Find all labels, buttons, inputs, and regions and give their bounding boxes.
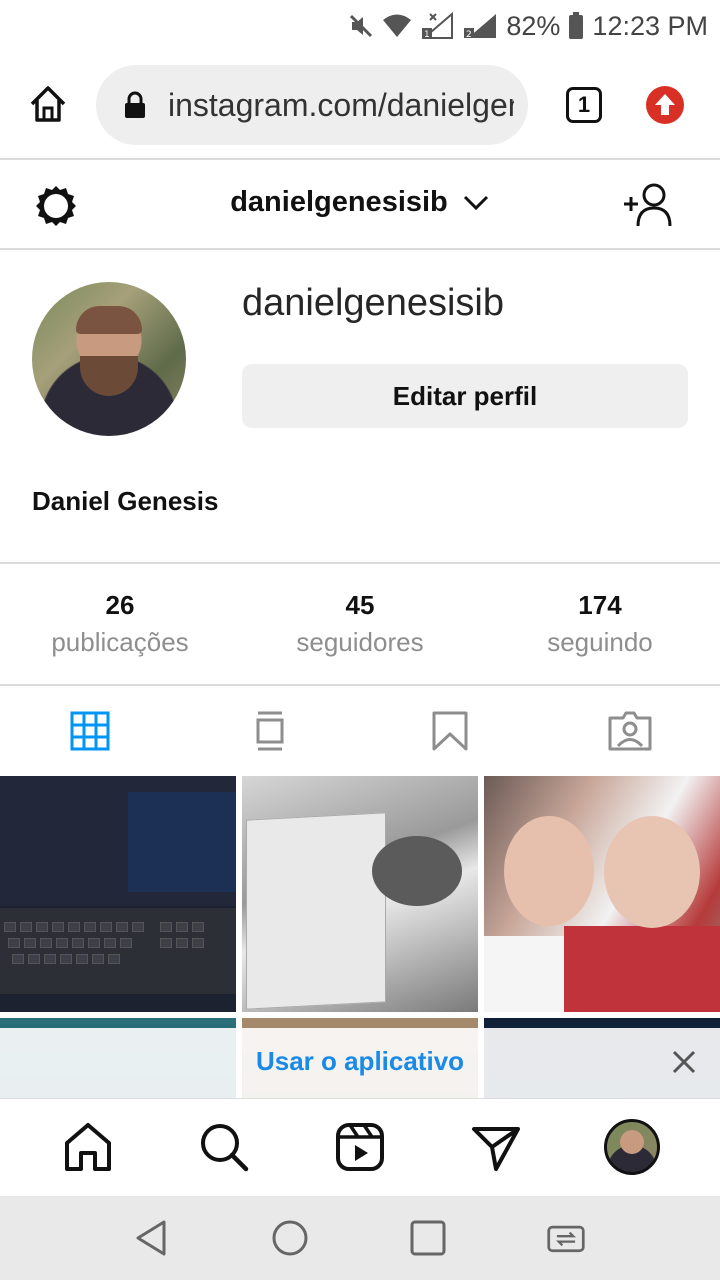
account-switcher[interactable]: danielgenesisib	[0, 186, 720, 219]
post-thumbnail[interactable]	[484, 776, 720, 1012]
stat-followers[interactable]: 45 seguidores	[240, 564, 480, 684]
svg-text:1: 1	[424, 30, 430, 40]
post-thumbnail[interactable]	[0, 776, 236, 1012]
content-tabs	[0, 688, 720, 774]
reels-icon[interactable]	[334, 1121, 386, 1173]
back-icon[interactable]	[132, 1218, 172, 1258]
home-icon[interactable]	[62, 1121, 114, 1173]
profile-stats: 26 publicações 45 seguidores 174 seguind…	[0, 562, 720, 686]
lock-icon	[125, 91, 145, 118]
tab-saved[interactable]	[360, 688, 540, 774]
signal-sim2-icon: 2	[464, 14, 497, 40]
post-thumbnail[interactable]	[242, 776, 478, 1012]
clock: 12:23 PM	[592, 10, 708, 41]
svg-text:2: 2	[466, 30, 472, 40]
update-icon[interactable]	[646, 86, 684, 124]
use-app-link[interactable]: Usar o aplicativo	[0, 1046, 720, 1077]
stat-followers-value: 45	[345, 590, 375, 620]
recents-icon[interactable]	[408, 1218, 448, 1258]
add-user-icon[interactable]	[622, 182, 674, 228]
status-bar: 1 2 82% 12:23 PM	[0, 0, 720, 52]
url-text: instagram.com/danielgenesisib	[168, 86, 514, 123]
stat-posts-label: publicações	[51, 627, 189, 657]
browser-toolbar: instagram.com/danielgenesisib 1	[0, 52, 720, 160]
url-bar[interactable]: instagram.com/danielgenesisib	[96, 65, 528, 145]
tab-switcher-button[interactable]: 1	[566, 87, 602, 123]
use-app-banner: Usar o aplicativo	[0, 1028, 720, 1098]
grid-icon	[70, 711, 110, 751]
direct-message-icon[interactable]	[470, 1121, 522, 1173]
browser-home-icon[interactable]	[26, 82, 70, 126]
stat-following-label: seguindo	[547, 627, 653, 657]
profile-nav-avatar[interactable]	[604, 1119, 660, 1175]
tab-tagged[interactable]	[540, 688, 720, 774]
tab-feed[interactable]	[180, 688, 360, 774]
stat-posts: 26 publicações	[0, 564, 240, 684]
saved-icon	[432, 711, 468, 751]
android-nav-bar	[0, 1196, 720, 1280]
profile-username: danielgenesisib	[242, 282, 504, 324]
signal-sim1-icon: 1	[421, 12, 454, 40]
bottom-nav	[0, 1098, 720, 1196]
tab-grid[interactable]	[0, 688, 180, 774]
tagged-icon	[608, 711, 652, 751]
battery-percent: 82%	[506, 10, 561, 41]
profile-avatar[interactable]	[32, 282, 186, 436]
battery-icon	[569, 12, 584, 39]
header-username: danielgenesisib	[230, 186, 448, 218]
close-icon[interactable]	[670, 1048, 698, 1076]
stat-following-value: 174	[578, 590, 622, 620]
chevron-down-icon	[463, 196, 488, 211]
profile-full-name: Daniel Genesis	[32, 486, 219, 516]
wifi-icon	[383, 14, 412, 37]
edit-profile-button[interactable]: Editar perfil	[242, 364, 688, 428]
stat-followers-label: seguidores	[296, 627, 424, 657]
search-icon[interactable]	[198, 1121, 250, 1173]
stat-posts-value: 26	[105, 590, 135, 620]
feed-icon	[256, 711, 284, 751]
home-circle-icon[interactable]	[270, 1218, 310, 1258]
profile-header: danielgenesisib	[0, 162, 720, 250]
stat-following[interactable]: 174 seguindo	[480, 564, 720, 684]
mute-icon	[350, 14, 373, 38]
switch-app-icon[interactable]	[546, 1218, 586, 1258]
